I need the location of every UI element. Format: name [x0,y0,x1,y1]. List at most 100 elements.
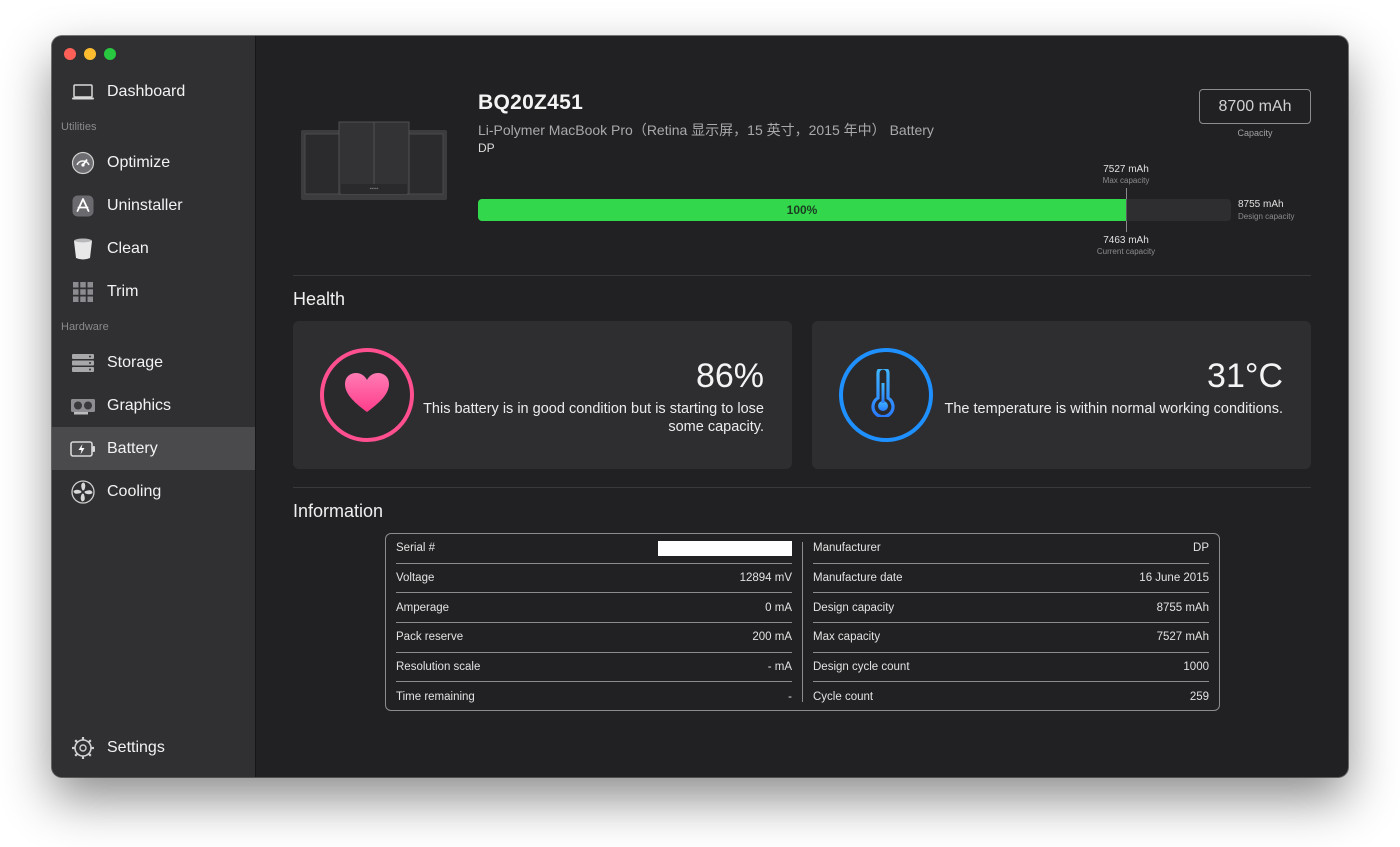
sidebar-item-graphics[interactable]: Graphics [52,384,255,427]
sidebar-section-hardware: Hardware [61,321,109,333]
info-label: Pack reserve [396,631,464,644]
info-row-serial: Serial # [396,534,792,564]
sidebar-item-cooling[interactable]: Cooling [52,470,255,513]
sidebar-item-label: Trim [107,282,139,300]
sidebar-item-label: Cooling [107,482,162,500]
charge-bar-track: 100% [478,199,1231,221]
temperature-text: The temperature is within normal working… [944,401,1283,417]
info-row-design-capacity: Design capacity 8755 mAh [813,593,1209,624]
charge-percent-label: 100% [786,203,818,217]
battery-icon [70,436,96,462]
capacity-label: Capacity [1237,128,1273,138]
gauge-icon [70,150,96,176]
design-capacity-label: Design capacity [1238,212,1295,221]
info-label: Amperage [396,601,450,614]
info-value: 200 mA [752,631,792,644]
sidebar-item-clean[interactable]: Clean [52,227,255,270]
info-label: Voltage [396,572,435,585]
sidebar-item-label: Settings [107,738,165,756]
info-row-pack-reserve: Pack reserve 200 mA [396,623,792,653]
info-label: Manufacturer [813,542,881,555]
battery-manufacturer-code: DP [478,141,495,155]
sidebar-section-utilities: Utilities [61,121,97,133]
info-value: 1000 [1183,661,1209,674]
trash-icon [70,236,96,262]
battery-description: Li-Polymer MacBook Pro（Retina 显示屏，15 英寸，… [478,122,934,138]
close-window-button[interactable] [64,48,76,60]
laptop-icon [70,79,96,105]
sidebar-item-settings[interactable]: Settings [52,726,255,769]
max-capacity-value: 7527 mAh [1103,164,1149,175]
info-value: DP [1193,542,1209,555]
fan-icon [70,479,96,505]
info-row-manufacture-date: Manufacture date 16 June 2015 [813,564,1209,594]
info-value: - mA [767,661,792,674]
health-section-title: Health [293,289,346,309]
info-row-manufacturer: Manufacturer DP [813,534,1209,564]
information-left-column: Serial # Voltage 12894 mV Amperage 0 mA … [386,540,803,703]
info-row-time-remaining: Time remaining - [396,682,792,712]
health-condition-card: 86% This battery is in good condition bu… [293,321,792,469]
divider [293,487,1311,488]
information-section-title: Information [293,501,384,521]
sidebar-item-trim[interactable]: Trim [52,270,255,313]
information-right-column: Manufacturer DP Manufacture date 16 June… [803,534,1219,710]
info-row-cycle-count: Cycle count 259 [813,682,1209,712]
current-capacity-marker [1126,199,1127,221]
sidebar-item-label: Optimize [107,153,171,171]
battery-model-title: BQ20Z451 [478,91,584,114]
app-window: Dashboard Utilities Optimize Uninstaller [52,36,1348,777]
info-label: Resolution scale [396,661,481,674]
current-capacity-marker-line [1126,221,1127,232]
info-label: Cycle count [813,691,874,704]
sidebar-item-uninstaller[interactable]: Uninstaller [52,184,255,227]
battery-pack-image: ▪▪▪▪▪ [299,118,449,209]
info-row-amperage: Amperage 0 mA [396,593,792,624]
serial-redaction [658,540,792,556]
sidebar-item-battery[interactable]: Battery [52,427,255,470]
info-row-max-capacity: Max capacity 7527 mAh [813,623,1209,653]
sidebar-item-storage[interactable]: Storage [52,341,255,384]
info-label: Manufacture date [813,572,903,585]
current-capacity-value: 7463 mAh [1103,235,1149,246]
temperature-ring [839,348,933,442]
sidebar-item-label: Uninstaller [107,196,183,214]
info-row-resolution-scale: Resolution scale - mA [396,653,792,683]
sidebar-item-label: Dashboard [107,82,186,100]
info-value: 259 [1189,691,1209,704]
main-content: ▪▪▪▪▪ BQ20Z451 Li-Polymer MacBook Pro（Re… [256,36,1348,777]
sidebar-item-dashboard[interactable]: Dashboard [52,70,255,113]
sidebar-item-label: Storage [107,353,164,371]
app-store-icon [70,193,96,219]
info-row-voltage: Voltage 12894 mV [396,564,792,594]
capacity-value-box: 8700 mAh [1199,89,1311,124]
temperature-value: 31°C [1207,357,1283,395]
health-percent-value: 86% [695,357,764,395]
sidebar-nav: Dashboard Utilities Optimize Uninstaller [52,70,255,513]
zoom-window-button[interactable] [104,48,116,60]
grid-icon [70,279,96,305]
max-capacity-label: Max capacity [1102,176,1150,185]
sidebar-item-label: Graphics [107,396,172,414]
sidebar-item-label: Clean [107,239,149,257]
info-label: Design capacity [813,601,895,614]
gear-icon [70,735,96,761]
thermometer-icon [869,365,903,422]
minimize-window-button[interactable] [84,48,96,60]
info-label: Max capacity [813,631,881,644]
information-table: Serial # Voltage 12894 mV Amperage 0 mA … [385,533,1220,711]
sidebar-item-optimize[interactable]: Optimize [52,141,255,184]
info-row-design-cycle-count: Design cycle count 1000 [813,653,1209,683]
divider [293,275,1311,276]
drive-icon [70,350,96,376]
svg-text:▪▪▪▪▪: ▪▪▪▪▪ [370,186,379,192]
info-value: 12894 mV [739,572,792,585]
design-capacity-value: 8755 mAh [1238,199,1284,210]
info-value: 0 mA [765,601,792,614]
window-controls [64,48,116,60]
health-condition-text: This battery is in good condition but is… [423,401,764,435]
info-label: Design cycle count [813,661,910,674]
sidebar: Dashboard Utilities Optimize Uninstaller [52,36,256,777]
info-label: Serial # [396,542,435,555]
temperature-card: 31°C The temperature is within normal wo… [812,321,1311,469]
